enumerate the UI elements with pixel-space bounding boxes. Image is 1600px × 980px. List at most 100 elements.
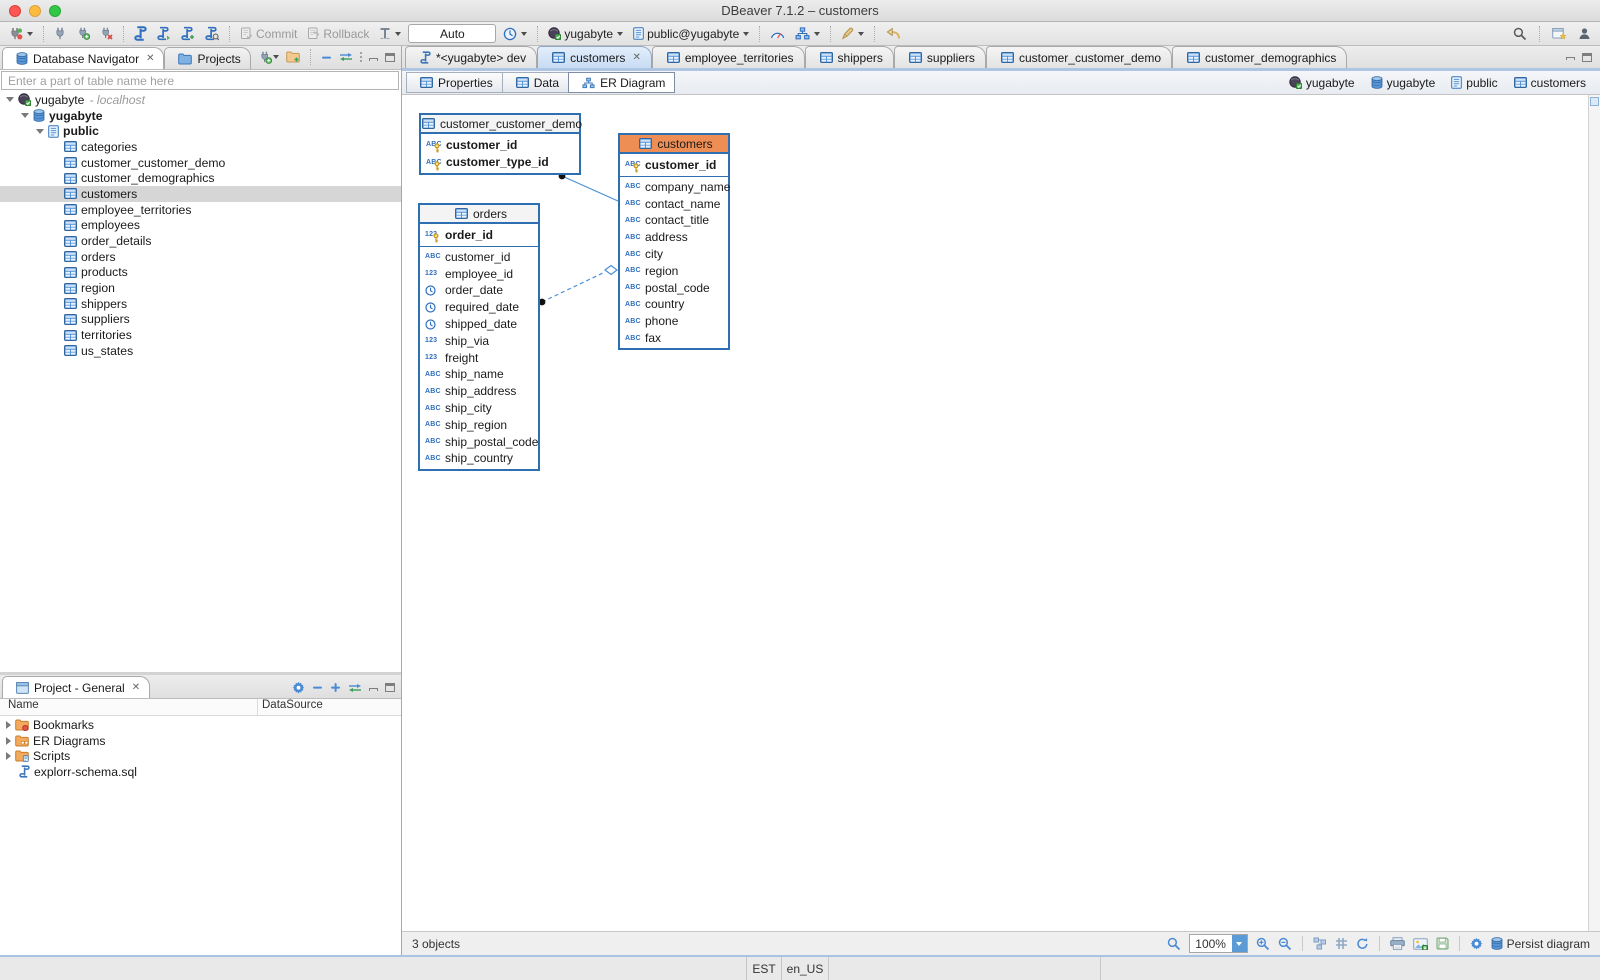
entity-column[interactable]: ABCship_region — [420, 416, 538, 433]
collapse-all-icon[interactable] — [312, 682, 323, 693]
export-image-icon[interactable] — [1413, 938, 1428, 950]
expander-closed-icon[interactable] — [6, 752, 11, 760]
new-connection-icon[interactable] — [259, 51, 279, 64]
perspective-icon[interactable] — [1549, 26, 1569, 41]
transaction-mode-button[interactable] — [376, 26, 404, 41]
new-sql-editor-icon[interactable] — [178, 25, 198, 42]
chevron-down-icon[interactable] — [1232, 935, 1247, 952]
rollback-button[interactable]: Rollback — [304, 26, 372, 42]
entity-column[interactable]: ABCaddress — [620, 229, 728, 246]
recent-sql-editor-icon[interactable] — [154, 25, 174, 42]
entity-header[interactable]: customers — [620, 135, 728, 154]
entity-column[interactable]: ABCcustomer_id — [421, 136, 579, 154]
tab-projects[interactable]: Projects — [164, 47, 250, 69]
tree-item[interactable]: employees — [0, 218, 401, 234]
scrollbar-thumb[interactable] — [1590, 97, 1599, 106]
schema-selector[interactable]: public@yugabyte — [630, 26, 752, 42]
search-icon[interactable] — [1510, 26, 1530, 42]
table-filter-input[interactable] — [1, 71, 399, 90]
breadcrumb-item-yugabyte[interactable]: yugabyte — [1285, 76, 1355, 90]
minimize-view-icon[interactable] — [369, 58, 378, 61]
tree-item[interactable]: explorr-schema.sql — [0, 764, 401, 780]
tree-item[interactable]: Scripts — [0, 748, 401, 764]
entity-column[interactable]: ABCcontact_name — [620, 195, 728, 212]
connect-icon[interactable] — [51, 26, 70, 41]
expander-closed-icon[interactable] — [6, 737, 11, 745]
tree-item[interactable]: suppliers — [0, 312, 401, 328]
breadcrumb-item-yugabyte[interactable]: yugabyte — [1367, 76, 1436, 90]
auto-layout-icon[interactable] — [1313, 937, 1327, 950]
entity-column[interactable]: ABCship_city — [420, 400, 538, 417]
tree-item[interactable]: yugabyte — [0, 108, 401, 124]
entity-column[interactable]: ABCship_address — [420, 383, 538, 400]
tree-item[interactable]: products — [0, 265, 401, 281]
auto-commit-select[interactable]: Auto — [408, 24, 496, 43]
entity-column[interactable]: shipped_date — [420, 316, 538, 333]
close-icon[interactable]: ✕ — [146, 53, 154, 64]
editor-tab-employee-territories[interactable]: employee_territories — [652, 46, 805, 68]
settings-gear-icon[interactable] — [292, 681, 305, 694]
sql-editor-icon[interactable] — [131, 25, 150, 42]
editor-tab--yugabyte-dev[interactable]: *<yugabyte> dev — [405, 46, 537, 68]
er-diagram-canvas[interactable]: customer_customer_demoABCcustomer_idABCc… — [402, 95, 1588, 931]
toggle-grid-icon[interactable] — [1335, 937, 1348, 950]
close-icon[interactable]: ✕ — [132, 682, 140, 693]
refresh-diagram-icon[interactable] — [1356, 937, 1369, 950]
entity-column[interactable]: ABCfax — [620, 330, 728, 347]
entity-column[interactable]: ABCcompany_name — [620, 179, 728, 196]
tree-item[interactable]: employee_territories — [0, 202, 401, 218]
save-diagram-icon[interactable] — [1436, 937, 1449, 950]
entity-column[interactable]: ABCcountry — [620, 296, 728, 313]
tree-item[interactable]: Bookmarks — [0, 717, 401, 733]
tree-item[interactable]: yugabyte- localhost — [0, 92, 401, 108]
new-folder-icon[interactable] — [286, 51, 300, 63]
maximize-view-icon[interactable] — [385, 683, 395, 692]
open-sql-console-icon[interactable] — [202, 25, 222, 42]
breadcrumb-item-public[interactable]: public — [1447, 76, 1497, 90]
expander-open-icon[interactable] — [36, 129, 44, 134]
entity-column[interactable]: ABCcustomer_id — [420, 249, 538, 266]
entity-column[interactable]: required_date — [420, 299, 538, 316]
zoom-level-select[interactable]: 100% — [1189, 934, 1248, 953]
entity-column[interactable]: ABCcustomer_id — [620, 156, 728, 174]
subtab-properties[interactable]: Properties — [406, 72, 503, 93]
entity-column[interactable]: 123freight — [420, 349, 538, 366]
entity-customer_customer_demo[interactable]: customer_customer_demoABCcustomer_idABCc… — [419, 113, 581, 175]
subtab-er-diagram[interactable]: ER Diagram — [568, 72, 675, 93]
entity-column[interactable]: ABCship_postal_code — [420, 433, 538, 450]
refresh-link-icon[interactable] — [348, 683, 362, 693]
tree-item[interactable]: public — [0, 123, 401, 139]
entity-column[interactable]: order_date — [420, 282, 538, 299]
entity-column[interactable]: 123order_id — [420, 226, 538, 244]
user-profile-icon[interactable] — [1575, 26, 1594, 41]
entity-column[interactable]: ABCphone — [620, 313, 728, 330]
entity-column[interactable]: ABCpostal_code — [620, 279, 728, 296]
tree-item[interactable]: order_details — [0, 233, 401, 249]
tree-item[interactable]: customer_demographics — [0, 170, 401, 186]
entity-column[interactable]: ABCcontact_title — [620, 212, 728, 229]
entity-column[interactable]: 123ship_via — [420, 332, 538, 349]
breadcrumb-item-customers[interactable]: customers — [1510, 76, 1586, 90]
tree-item[interactable]: us_states — [0, 343, 401, 359]
entity-header[interactable]: orders — [420, 205, 538, 224]
print-diagram-icon[interactable] — [1390, 937, 1405, 950]
entity-column[interactable]: ABCregion — [620, 262, 728, 279]
minimize-view-icon[interactable] — [1566, 57, 1575, 60]
tab-project-general[interactable]: Project - General✕ — [2, 676, 150, 698]
persist-diagram-button[interactable]: Persist diagram — [1491, 937, 1590, 951]
connection-selector[interactable]: yugabyte — [545, 26, 626, 42]
entity-customers[interactable]: customersABCcustomer_idABCcompany_nameAB… — [618, 133, 730, 350]
editor-tab-suppliers[interactable]: suppliers — [894, 46, 986, 68]
zoom-out-icon[interactable] — [1278, 937, 1292, 951]
editor-tab-shippers[interactable]: shippers — [805, 46, 894, 68]
link-editor-icon[interactable] — [339, 52, 353, 62]
view-menu-icon[interactable] — [360, 52, 363, 63]
expander-open-icon[interactable] — [21, 113, 29, 118]
undo-icon[interactable] — [882, 26, 904, 41]
tab-database-navigator[interactable]: Database Navigator✕ — [2, 47, 164, 69]
expander-open-icon[interactable] — [6, 97, 14, 102]
entity-column[interactable]: ABCship_name — [420, 366, 538, 383]
new-connection-button[interactable] — [6, 26, 36, 42]
disconnect-icon[interactable] — [97, 26, 116, 41]
column-datasource[interactable]: DataSource — [258, 699, 323, 715]
